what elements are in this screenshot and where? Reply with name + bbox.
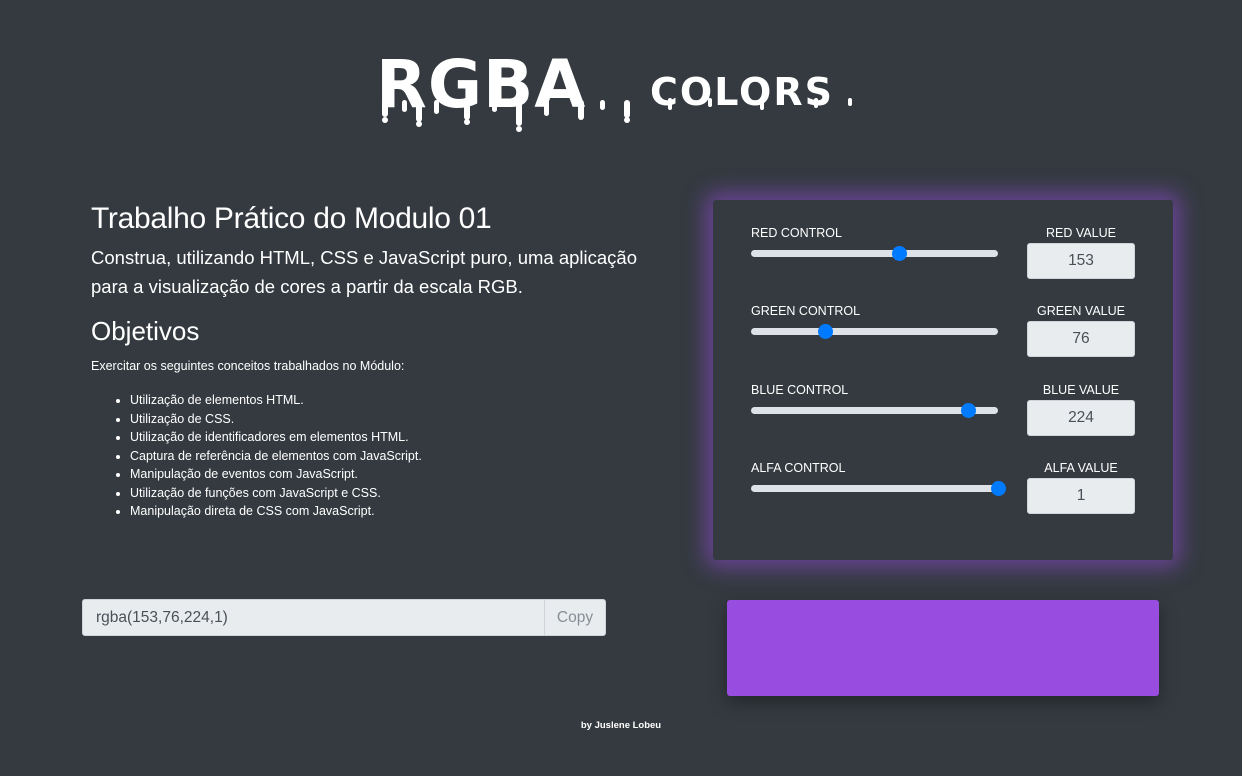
green-value-field[interactable]: 76 [1027,321,1135,357]
rgba-output-group: rgba(153,76,224,1) Copy [82,599,606,636]
objectives-list: Utilização de elementos HTML. Utilização… [91,391,651,521]
footer-credit: by Juslene Lobeu [580,720,662,731]
list-item: Manipulação direta de CSS com JavaScript… [130,502,651,521]
red-value-field[interactable]: 153 [1027,243,1135,279]
list-item: Utilização de elementos HTML. [130,391,651,410]
blue-slider[interactable] [751,403,998,418]
blue-control-row: BLUE CONTROL BLUE VALUE 224 [713,383,1173,461]
blue-control-label: BLUE CONTROL [751,383,849,397]
list-item: Captura de referência de elementos com J… [130,447,651,466]
logo-sub-text: COLORS [650,70,834,114]
green-value-label: GREEN VALUE [1037,304,1125,318]
alpha-slider[interactable] [751,481,1006,496]
blue-value-field[interactable]: 224 [1027,400,1135,436]
logo-graphic: RGBA COLORS [376,46,852,132]
color-control-panel: RED CONTROL RED VALUE 153 GREEN CONTROL … [713,200,1173,560]
alpha-value-label: ALFA VALUE [1044,461,1118,475]
alpha-control-label: ALFA CONTROL [751,461,846,475]
red-value-label: RED VALUE [1046,226,1116,240]
alpha-slider-thumb[interactable] [991,481,1006,496]
green-control-label: GREEN CONTROL [751,304,861,318]
blue-slider-thumb[interactable] [960,403,976,418]
red-control-row: RED CONTROL RED VALUE 153 [713,226,1173,304]
green-control-row: GREEN CONTROL GREEN VALUE 76 [713,304,1173,382]
blue-value-label: BLUE VALUE [1042,383,1120,397]
list-item: Utilização de funções com JavaScript e C… [130,484,651,503]
red-slider-thumb[interactable] [892,246,908,261]
green-slider[interactable] [751,324,998,339]
red-slider[interactable] [751,246,998,261]
objectives-title: Objetivos [91,316,200,346]
list-item: Utilização de CSS. [130,410,651,429]
list-item: Utilização de identificadores em element… [130,428,651,447]
logo-main-text: RGBA [376,50,586,123]
alpha-value-field[interactable]: 1 [1027,478,1135,514]
list-item: Manipulação de eventos com JavaScript. [130,465,651,484]
color-preview-box [727,600,1159,696]
intro-section: Trabalho Prático do Modulo 01 Construa, … [91,200,651,521]
green-slider-thumb[interactable] [817,324,833,339]
copy-button[interactable]: Copy [544,599,606,636]
objectives-intro: Exercitar os seguintes conceitos trabalh… [91,359,405,373]
page-title: Trabalho Prático do Modulo 01 [91,202,492,235]
intro-description: Construa, utilizando HTML, CSS e JavaScr… [91,247,638,297]
red-control-label: RED CONTROL [751,226,842,240]
alpha-control-row: ALFA CONTROL ALFA VALUE 1 [713,461,1173,539]
app-logo: RGBA COLORS [368,46,878,140]
rgba-output-field[interactable]: rgba(153,76,224,1) [82,599,545,636]
